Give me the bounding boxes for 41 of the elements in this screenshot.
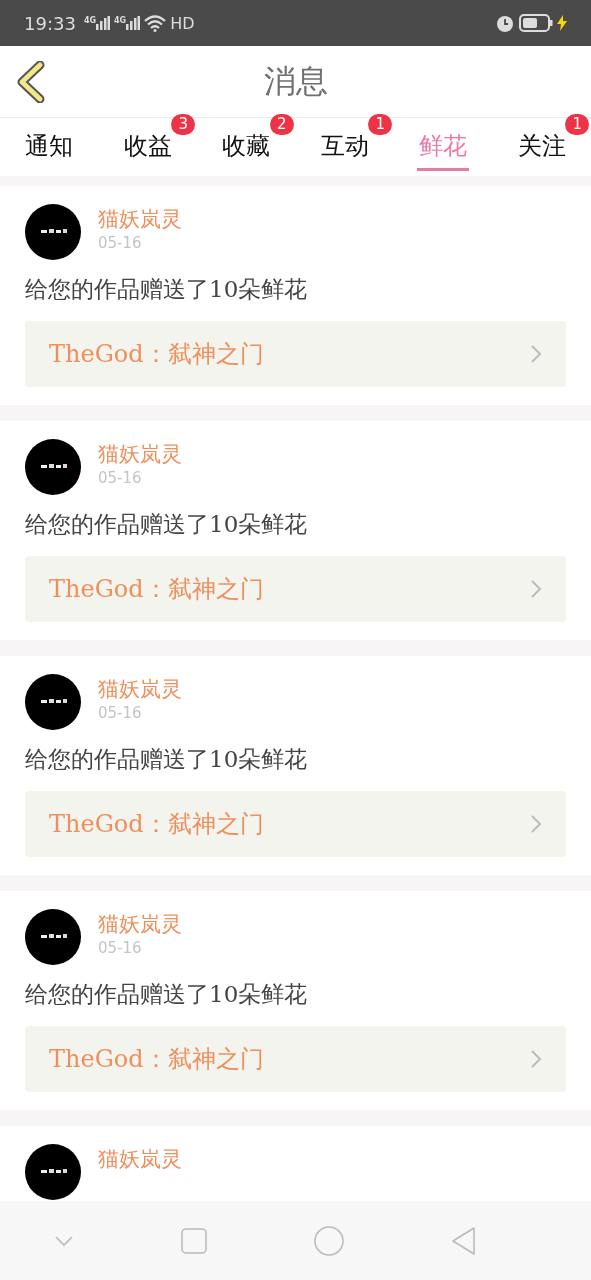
message-text: 给您的作品赠送了10朵鲜花 xyxy=(25,745,309,774)
back-icon[interactable] xyxy=(16,61,46,103)
hd-label: HD xyxy=(170,13,195,33)
tab[interactable]: 关注 xyxy=(515,123,568,171)
chevron-down-icon[interactable] xyxy=(53,1234,74,1247)
wifi-icon xyxy=(144,14,167,32)
home-icon[interactable] xyxy=(314,1225,345,1256)
status-time: 19:33 xyxy=(24,12,76,34)
page-title: 消息 xyxy=(263,60,328,102)
chevron-right-icon xyxy=(530,579,542,599)
message-date: 05-16 xyxy=(98,234,143,252)
message-date: 05-16 xyxy=(98,939,143,957)
message-text: 给您的作品赠送了10朵鲜花 xyxy=(25,275,309,304)
sender-name: 猫妖岚灵 xyxy=(98,206,182,233)
message-date: 05-16 xyxy=(98,469,143,487)
charging-icon xyxy=(557,15,567,31)
signal-icon xyxy=(126,16,141,30)
count-badge: 1 xyxy=(565,113,589,135)
sender-name: 猫妖岚灵 xyxy=(98,911,182,938)
count-badge: 2 xyxy=(269,113,294,135)
alarm-icon xyxy=(495,13,515,33)
chevron-right-icon xyxy=(530,1049,542,1069)
message-date: 05-16 xyxy=(98,704,143,722)
message-text: 给您的作品赠送了10朵鲜花 xyxy=(25,980,309,1009)
chevron-right-icon xyxy=(530,814,542,834)
recents-icon[interactable] xyxy=(180,1227,207,1254)
count-badge: 3 xyxy=(171,113,195,135)
battery-icon xyxy=(519,14,553,32)
network-label: 4G xyxy=(114,16,127,25)
message-text: 给您的作品赠送了10朵鲜花 xyxy=(25,510,309,539)
back-triangle-icon[interactable] xyxy=(451,1225,478,1256)
sender-name: 猫妖岚灵 xyxy=(98,676,182,703)
signal-icon xyxy=(96,16,110,30)
tab[interactable]: 收益 xyxy=(121,123,174,171)
count-badge: 1 xyxy=(368,113,392,135)
network-label: 4G xyxy=(83,16,96,25)
tab[interactable]: 通知 xyxy=(23,123,76,171)
tab[interactable]: 互动 xyxy=(318,123,371,171)
sender-name: 猫妖岚灵 xyxy=(98,1146,182,1173)
sender-name: 猫妖岚灵 xyxy=(98,441,182,468)
chevron-right-icon xyxy=(530,344,542,364)
